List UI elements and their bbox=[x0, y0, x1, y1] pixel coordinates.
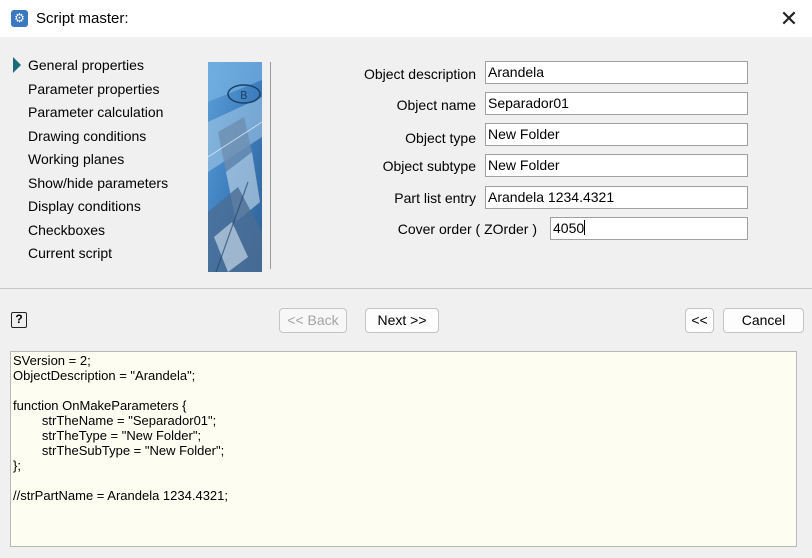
object-subtype-label: Object subtype bbox=[382, 158, 476, 174]
cancel-button[interactable]: Cancel bbox=[723, 308, 804, 333]
object-subtype-field[interactable]: New Folder bbox=[485, 154, 748, 177]
part-list-entry-field[interactable]: Arandela 1234.4321 bbox=[485, 186, 748, 209]
nav-item-label: Parameter calculation bbox=[28, 104, 164, 120]
object-type-label: Object type bbox=[405, 130, 476, 146]
nav-item-label: Checkboxes bbox=[28, 221, 106, 238]
nav-item-working-planes[interactable]: Working planes bbox=[10, 150, 200, 174]
part-list-entry-label: Part list entry bbox=[394, 190, 476, 206]
wizard-banner-image: B bbox=[208, 62, 262, 272]
nav-item-label: Drawing conditions bbox=[28, 127, 147, 144]
gear-icon: ⚙ bbox=[11, 10, 28, 27]
script-preview[interactable]: SVersion = 2; ObjectDescription = "Arand… bbox=[10, 351, 797, 547]
nav-item-label: General properties bbox=[28, 57, 144, 73]
nav-item-label: Parameter properties bbox=[28, 80, 160, 97]
help-icon[interactable]: ? bbox=[11, 312, 27, 328]
nav-item-checkboxes[interactable]: Checkboxes bbox=[10, 221, 200, 245]
nav-item-label: Current script bbox=[28, 245, 113, 261]
nav-item-label: Display conditions bbox=[28, 198, 141, 214]
object-name-label: Object name bbox=[396, 97, 476, 113]
cover-order-label: Cover order ( ZOrder ) bbox=[397, 221, 537, 237]
nav-item-current-script[interactable]: Current script bbox=[10, 244, 200, 268]
object-name-field[interactable]: Separador01 bbox=[485, 92, 748, 115]
object-description-label: Object description bbox=[363, 66, 476, 82]
nav-item-parameter-properties[interactable]: Parameter properties bbox=[10, 80, 200, 104]
close-button[interactable]: ✕ bbox=[766, 0, 812, 37]
object-type-field[interactable]: New Folder bbox=[485, 123, 748, 146]
object-description-field[interactable]: Arandela bbox=[485, 61, 748, 84]
nav-item-show-hide-parameters[interactable]: Show/hide parameters bbox=[10, 174, 200, 198]
title-bar: ⚙ Script master: ✕ bbox=[0, 0, 812, 37]
window-title: Script master: bbox=[36, 10, 129, 27]
wizard-nav: General properties Parameter properties … bbox=[10, 56, 200, 268]
section-divider bbox=[0, 288, 812, 289]
next-button[interactable]: Next >> bbox=[365, 308, 439, 333]
nav-item-label: Working planes bbox=[28, 151, 125, 167]
back-button[interactable]: << Back bbox=[279, 308, 347, 333]
text-caret bbox=[584, 220, 586, 235]
nav-item-parameter-calculation[interactable]: Parameter calculation bbox=[10, 103, 200, 127]
nav-item-general-properties[interactable]: General properties bbox=[10, 56, 200, 80]
svg-text:B: B bbox=[240, 89, 248, 102]
nav-item-display-conditions[interactable]: Display conditions bbox=[10, 197, 200, 221]
collapse-script-button[interactable]: << bbox=[685, 308, 714, 333]
nav-item-label: Show/hide parameters bbox=[28, 174, 169, 191]
vertical-divider bbox=[270, 62, 271, 269]
cover-order-value: 4050 bbox=[553, 220, 585, 236]
nav-item-drawing-conditions[interactable]: Drawing conditions bbox=[10, 127, 200, 151]
selected-arrow-icon bbox=[13, 57, 21, 73]
cover-order-field[interactable]: 4050 bbox=[550, 217, 748, 240]
